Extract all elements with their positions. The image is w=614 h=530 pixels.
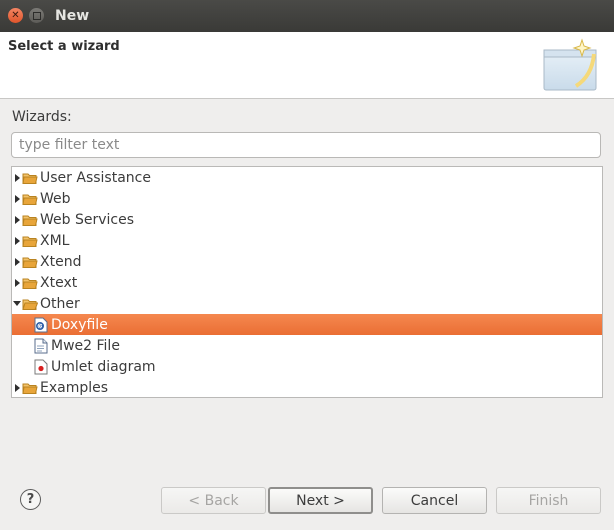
tree-item-umlet-diagram[interactable]: Umlet diagram	[12, 356, 602, 377]
title-bar: ✕ New	[0, 0, 614, 32]
tree-item-label: Other	[40, 295, 80, 312]
finish-button[interactable]: Finish	[496, 487, 601, 514]
wizard-tree[interactable]: User Assistance Web Web Services XML Xte…	[11, 166, 603, 398]
tree-item-other[interactable]: Other	[12, 293, 602, 314]
tree-item-web-services[interactable]: Web Services	[12, 209, 602, 230]
next-button[interactable]: Next >	[268, 487, 373, 514]
wizards-label: Wizards:	[12, 109, 72, 125]
tree-item-examples[interactable]: Examples	[12, 377, 602, 397]
folder-icon	[22, 275, 38, 291]
expand-arrow-icon[interactable]	[12, 377, 22, 397]
close-icon[interactable]: ✕	[8, 8, 23, 23]
tree-item-mwe2-file[interactable]: Mwe2 File	[12, 335, 602, 356]
tree-item-label: Examples	[40, 379, 109, 396]
folder-icon	[22, 170, 38, 186]
tree-item-label: Web	[40, 190, 71, 207]
doxyfile-icon: @	[33, 317, 49, 333]
folder-icon	[22, 254, 38, 270]
tree-item-label: Umlet diagram	[51, 358, 156, 375]
folder-icon	[22, 380, 38, 396]
expand-arrow-icon[interactable]	[12, 167, 22, 188]
expand-arrow-icon[interactable]	[12, 230, 22, 251]
folder-icon	[22, 191, 38, 207]
umlet-icon	[33, 359, 49, 375]
tree-item-user-assistance[interactable]: User Assistance	[12, 167, 602, 188]
tree-item-label: Doxyfile	[51, 316, 108, 333]
tree-item-doxyfile[interactable]: @ Doxyfile	[12, 314, 602, 335]
tree-item-label: User Assistance	[40, 169, 151, 186]
tree-item-label: Mwe2 File	[51, 337, 120, 354]
expand-arrow-icon[interactable]	[12, 251, 22, 272]
tree-item-web[interactable]: Web	[12, 188, 602, 209]
cancel-button[interactable]: Cancel	[382, 487, 487, 514]
filter-input[interactable]	[11, 132, 601, 158]
collapse-arrow-icon[interactable]	[12, 293, 22, 314]
folder-icon	[22, 233, 38, 249]
tree-item-xtext[interactable]: Xtext	[12, 272, 602, 293]
wizard-header: Select a wizard	[0, 32, 614, 99]
tree-item-label: Xtext	[40, 274, 78, 291]
window-title: New	[55, 8, 90, 24]
folder-icon	[22, 212, 38, 228]
tree-item-xtend[interactable]: Xtend	[12, 251, 602, 272]
tree-item-xml[interactable]: XML	[12, 230, 602, 251]
tree-item-label: Xtend	[40, 253, 82, 270]
svg-text:@: @	[38, 323, 44, 330]
maximize-icon[interactable]	[29, 8, 44, 23]
folder-open-icon	[22, 296, 38, 312]
expand-arrow-icon[interactable]	[12, 272, 22, 293]
page-title: Select a wizard	[8, 39, 120, 54]
help-icon[interactable]: ?	[20, 489, 41, 510]
expand-arrow-icon[interactable]	[12, 209, 22, 230]
expand-arrow-icon[interactable]	[12, 188, 22, 209]
file-icon	[33, 338, 49, 354]
tree-item-label: XML	[40, 232, 70, 249]
tree-item-label: Web Services	[40, 211, 135, 228]
back-button[interactable]: < Back	[161, 487, 266, 514]
wizard-banner-icon	[543, 38, 597, 91]
